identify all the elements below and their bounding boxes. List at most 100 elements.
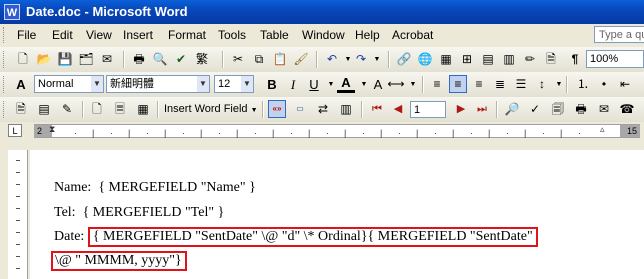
view-merged-data-icon[interactable]: «» xyxy=(268,100,286,118)
underline-icon[interactable]: U xyxy=(305,75,323,93)
columns-icon[interactable]: ▥ xyxy=(500,50,518,68)
merge-to-email-icon[interactable]: ✉ xyxy=(595,100,613,118)
previous-record-icon[interactable]: ◀ xyxy=(389,100,407,118)
numbering-icon[interactable]: ⒈ xyxy=(574,75,592,93)
vertical-ruler[interactable] xyxy=(8,150,28,279)
char-scaling-icon[interactable]: A xyxy=(369,75,387,93)
date-mergefield-highlight[interactable]: { MERGEFIELD "SentDate" \@ "d" \* Ordina… xyxy=(87,227,538,247)
tables-borders-icon[interactable]: ▦ xyxy=(437,50,455,68)
merge-to-fax-icon[interactable]: ☎ xyxy=(618,100,636,118)
copy-icon[interactable]: ⧉ xyxy=(250,50,268,68)
main-document-setup-icon[interactable]: 🗎 xyxy=(12,100,30,118)
merge-to-new-document-icon[interactable]: 🗐 xyxy=(549,100,567,118)
menu-file[interactable]: File xyxy=(17,28,36,42)
doc-line-date[interactable]: Date: { MERGEFIELD "SentDate" \@ "d" \* … xyxy=(54,227,538,247)
spacing-dropdown-icon[interactable]: ▼ xyxy=(404,75,422,93)
show-hide-icon[interactable]: ¶ xyxy=(566,50,584,68)
horizontal-ruler[interactable]: 2 ⧗ · | · | · | · | · | · | · | · | · | · | · | · | · | · | · ▵ 15 xyxy=(34,124,640,138)
print-icon[interactable]: 🖶 xyxy=(130,50,148,68)
spelling-icon[interactable]: ✔ xyxy=(172,50,190,68)
first-record-icon[interactable]: ⏮ xyxy=(368,100,386,118)
email-icon[interactable]: ✉ xyxy=(98,50,116,68)
find-entry-icon[interactable]: 🔎 xyxy=(503,100,521,118)
doc-line-tel[interactable]: Tel: { MERGEFIELD "Tel" } xyxy=(54,205,224,221)
chevron-down-icon[interactable]: ▼ xyxy=(91,76,103,92)
line-spacing-icon[interactable]: ↕ xyxy=(533,75,551,93)
save-icon[interactable]: 💾 xyxy=(56,50,74,68)
indent-marker-icon[interactable]: ⧗ xyxy=(49,124,55,135)
toolbar-grip-icon[interactable] xyxy=(3,101,7,118)
menu-acrobat[interactable]: Acrobat xyxy=(392,28,433,42)
align-right-icon[interactable]: ≡ xyxy=(470,75,488,93)
last-record-icon[interactable]: ⏭ xyxy=(473,100,491,118)
font-select[interactable]: 新細明體 ▼ xyxy=(106,75,210,93)
chevron-down-icon[interactable]: ▼ xyxy=(197,76,209,92)
match-fields-icon[interactable]: ⇄ xyxy=(314,100,332,118)
record-number-input[interactable]: 1 xyxy=(410,101,446,118)
insert-merge-fields-icon[interactable]: ▦ xyxy=(134,100,152,118)
char-spacing-icon[interactable]: ⟷ xyxy=(387,75,405,93)
menu-window[interactable]: Window xyxy=(302,28,345,42)
justify-icon[interactable]: ≣ xyxy=(491,75,509,93)
insert-word-field-button[interactable]: Insert Word Field ▼ xyxy=(164,103,258,115)
bold-icon[interactable]: B xyxy=(263,75,281,93)
insert-excel-icon[interactable]: ▤ xyxy=(479,50,497,68)
insert-table-icon[interactable]: ⊞ xyxy=(458,50,476,68)
decrease-indent-icon[interactable]: ⇤ xyxy=(616,75,634,93)
font-size-select[interactable]: 12 ▼ xyxy=(214,75,254,93)
menu-grip-icon[interactable] xyxy=(3,27,7,43)
insert-address-block-icon[interactable]: 🗋 xyxy=(88,100,106,118)
menu-table[interactable]: Table xyxy=(260,28,289,42)
ask-question-input[interactable]: Type a qu xyxy=(594,26,644,43)
date-format-mergefield-highlight[interactable]: \@ " MMMM, yyyy"} xyxy=(51,251,187,271)
styles-pane-icon[interactable]: A xyxy=(12,75,30,93)
insert-greeting-line-icon[interactable]: 🗏 xyxy=(111,100,129,118)
menu-help[interactable]: Help xyxy=(355,28,380,42)
doc-line-date-continued[interactable]: \@ " MMMM, yyyy"} xyxy=(51,251,187,271)
research-icon[interactable]: 繁 xyxy=(193,50,211,68)
right-indent-marker-icon[interactable]: ▵ xyxy=(600,124,605,135)
drawing-icon[interactable]: ✏ xyxy=(521,50,539,68)
paste-icon[interactable]: 📋 xyxy=(271,50,289,68)
italic-icon[interactable]: I xyxy=(284,75,302,93)
menu-edit[interactable]: Edit xyxy=(52,28,73,42)
tel-mergefield[interactable]: { MERGEFIELD "Tel" } xyxy=(83,205,225,220)
open-data-source-icon[interactable]: ▤ xyxy=(35,100,53,118)
recipients-icon[interactable]: ✎ xyxy=(58,100,76,118)
globe-icon[interactable]: 🌐 xyxy=(416,50,434,68)
zoom-select[interactable]: 100% xyxy=(586,50,644,68)
print-preview-icon[interactable]: 🔍 xyxy=(151,50,169,68)
separator xyxy=(262,101,264,118)
distributed-icon[interactable]: ☰ xyxy=(512,75,530,93)
align-left-icon[interactable]: ≡ xyxy=(428,75,446,93)
next-record-icon[interactable]: ▶ xyxy=(452,100,470,118)
font-color-icon[interactable]: A xyxy=(337,75,355,93)
menu-view[interactable]: View xyxy=(86,28,112,42)
toolbar-grip-icon[interactable] xyxy=(3,76,7,93)
menu-insert[interactable]: Insert xyxy=(123,28,153,42)
propagate-labels-icon[interactable]: ▥ xyxy=(337,100,355,118)
cut-icon[interactable]: ✂ xyxy=(229,50,247,68)
new-document-icon[interactable]: 🗋 xyxy=(14,50,32,68)
tab-selector-icon[interactable]: L xyxy=(8,124,22,137)
menu-tools[interactable]: Tools xyxy=(218,28,246,42)
toolbar-grip-icon[interactable] xyxy=(3,51,7,68)
align-center-icon[interactable]: ≡ xyxy=(449,75,467,93)
permission-icon[interactable]: 🗂 xyxy=(77,50,95,68)
name-mergefield[interactable]: { MERGEFIELD "Name" } xyxy=(98,180,255,195)
hyperlink-icon[interactable]: 🔗 xyxy=(395,50,413,68)
word-app-icon[interactable]: W xyxy=(4,4,20,20)
menu-format[interactable]: Format xyxy=(168,28,206,42)
redo-dropdown-icon[interactable]: ▼ xyxy=(368,50,386,68)
document-map-icon[interactable]: 🗎 xyxy=(542,50,560,68)
doc-line-name[interactable]: Name: { MERGEFIELD "Name" } xyxy=(54,180,256,196)
bullets-icon[interactable]: • xyxy=(595,75,613,93)
open-folder-icon[interactable]: 📂 xyxy=(35,50,53,68)
style-select[interactable]: Normal ▼ xyxy=(34,75,104,93)
highlight-fields-icon[interactable]: ▭ xyxy=(291,100,309,118)
format-painter-icon[interactable]: 🖌 xyxy=(292,50,310,68)
merge-to-printer-icon[interactable]: 🖶 xyxy=(572,100,590,118)
chevron-down-icon[interactable]: ▼ xyxy=(241,76,253,92)
check-errors-icon[interactable]: ✓ xyxy=(526,100,544,118)
zoom-value: 100% xyxy=(590,53,619,65)
